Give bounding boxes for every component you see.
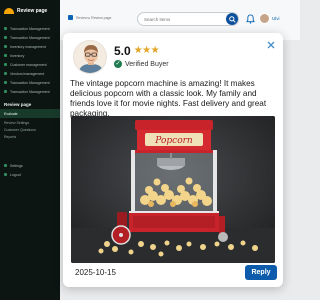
sidebar-item-vendors[interactable]: Vendors/management [0, 69, 60, 78]
sidebar-item-label: Customer management [10, 62, 47, 67]
home-icon [68, 15, 73, 20]
sidebar-item-logout[interactable]: Logout [0, 170, 60, 179]
sidebar-item-label: Settings [10, 163, 23, 168]
review-modal: 5.0 ★★★ ✓ Verified Buyer The vintage pop… [63, 33, 283, 287]
user-name[interactable]: Ulvi [272, 16, 280, 21]
reviewer-portrait-icon [74, 41, 106, 73]
search-icon [228, 15, 236, 23]
menu-icon [4, 36, 7, 39]
sidebar-item-transactions-4[interactable]: Transaction Management [0, 87, 60, 96]
gear-icon [4, 164, 7, 167]
sidebar-item-label: Transaction Management [10, 26, 50, 31]
verified-label: Verified Buyer [125, 60, 169, 68]
brand-name: Review page [17, 8, 48, 14]
review-photo[interactable]: Popcorn [71, 116, 275, 263]
sidebar-item-label: Transaction Management [10, 80, 50, 85]
menu-icon [4, 72, 7, 75]
breadcrumb[interactable]: Review ▸ Review page [68, 15, 111, 20]
rating-value: 5.0 [114, 44, 131, 58]
star-rating-icon: ★★★ [133, 45, 160, 56]
reply-button[interactable]: Reply [245, 265, 277, 280]
sidebar-item-label: Inventory management [10, 44, 46, 49]
reviewer-avatar [73, 40, 107, 74]
menu-icon [4, 27, 7, 30]
popcorn-machine-image: Popcorn [71, 116, 275, 263]
brand-logo-icon [4, 8, 14, 14]
close-icon[interactable] [265, 39, 277, 51]
sidebar-item-customers[interactable]: Customer management [0, 60, 60, 69]
sidebar-item-transactions-3[interactable]: Transaction Management [0, 78, 60, 87]
sidebar-item-label: Transaction Management [10, 89, 50, 94]
review-date: 2025-10-15 [75, 268, 116, 277]
menu-icon [4, 63, 7, 66]
sidebar-item-transactions-1[interactable]: Transaction Management [0, 24, 60, 33]
breadcrumb-text: Review ▸ Review page [76, 15, 112, 20]
sidebar-subitem-customer-questions[interactable]: Customer Questions [0, 125, 60, 132]
search-input[interactable] [137, 12, 239, 26]
sidebar-item-inventory-management[interactable]: Inventory management [0, 42, 60, 51]
sidebar-item-settings[interactable]: Settings [0, 161, 60, 170]
sidebar-item-transactions-2[interactable]: Transaction Management [0, 33, 60, 42]
popcorn-sign: Popcorn [154, 136, 193, 146]
rating: 5.0 ★★★ [114, 44, 160, 58]
brand[interactable]: Review page [0, 8, 60, 24]
user-avatar[interactable] [259, 13, 270, 24]
menu-icon [4, 45, 7, 48]
sidebar-section-title: Review page [4, 102, 32, 107]
logout-icon [4, 173, 7, 176]
bell-icon[interactable] [246, 14, 255, 24]
sidebar-item-label: Inventory [10, 53, 25, 58]
check-icon: ✓ [114, 60, 122, 68]
sidebar-item-evaluate[interactable]: Evaluate [0, 109, 60, 118]
review-text: The vintage popcorn machine is amazing! … [70, 79, 267, 118]
sidebar-item-inventory[interactable]: Inventory [0, 51, 60, 60]
sidebar-item-label: Evaluate [4, 111, 18, 116]
menu-icon [4, 90, 7, 93]
sidebar: Review page Transaction Management Trans… [0, 0, 60, 300]
sidebar-subitem-review-settings[interactable]: Review Settings [0, 118, 60, 125]
sidebar-item-label: Transaction Management [10, 35, 50, 40]
sidebar-item-label: Logout [10, 172, 21, 177]
sidebar-item-label: Vendors/management [10, 71, 45, 76]
verified-badge: ✓ Verified Buyer [114, 60, 169, 68]
search-button[interactable] [226, 13, 238, 25]
sidebar-subitem-reports[interactable]: Reports [0, 132, 60, 139]
menu-icon [4, 81, 7, 84]
menu-icon [4, 54, 7, 57]
